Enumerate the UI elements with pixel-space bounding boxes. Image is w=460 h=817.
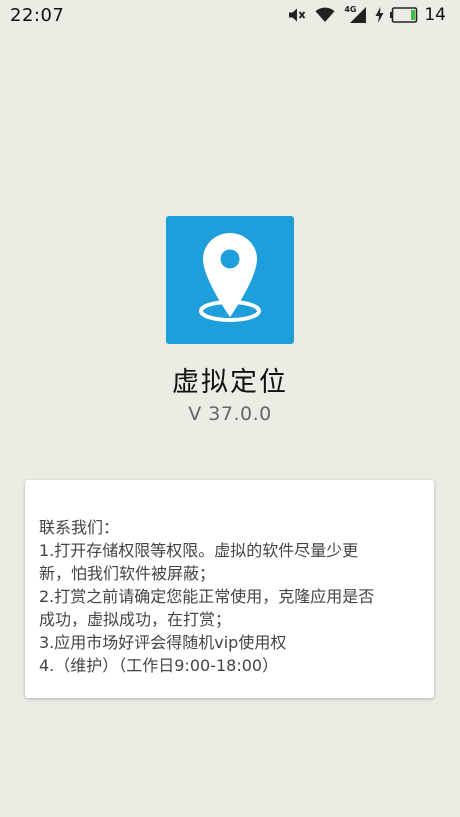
network-type-label: 4G bbox=[344, 5, 357, 14]
location-pin-icon bbox=[190, 229, 270, 331]
notice-line: 4.（维护）（工作日9:00-18:00） bbox=[39, 656, 279, 675]
status-time: 22:07 bbox=[10, 4, 65, 26]
status-icons: 4G 14 bbox=[288, 5, 446, 25]
notice-line: 1.打开存储权限等权限。虚拟的软件尽量少更 bbox=[39, 541, 359, 560]
notice-line: 成功，虚拟成功，在打赏； bbox=[39, 610, 232, 629]
battery-level: 14 bbox=[424, 5, 446, 25]
app-icon bbox=[166, 216, 294, 344]
notice-line: 联系我们： bbox=[39, 518, 120, 537]
notice-line: 3.应用市场好评会得随机vip使用权 bbox=[39, 633, 287, 652]
app-version: V 37.0.0 bbox=[188, 403, 272, 425]
battery-icon bbox=[390, 7, 418, 23]
battery-indicator: 14 bbox=[375, 5, 446, 25]
notice-card: 联系我们： 1.打开存储权限等权限。虚拟的软件尽量少更 新，怕我们软件被屏蔽； … bbox=[25, 480, 434, 698]
status-bar: 22:07 4G 14 bbox=[0, 0, 460, 30]
app-name: 虚拟定位 bbox=[172, 367, 288, 398]
mute-icon bbox=[288, 7, 306, 23]
wifi-icon bbox=[315, 7, 335, 23]
charging-icon bbox=[375, 7, 384, 23]
notice-line: 2.打赏之前请确定您能正常使用，克隆应用是否 bbox=[39, 587, 375, 606]
notice-line: 新，怕我们软件被屏蔽； bbox=[39, 564, 216, 583]
signal-4g-icon: 4G bbox=[344, 5, 367, 23]
